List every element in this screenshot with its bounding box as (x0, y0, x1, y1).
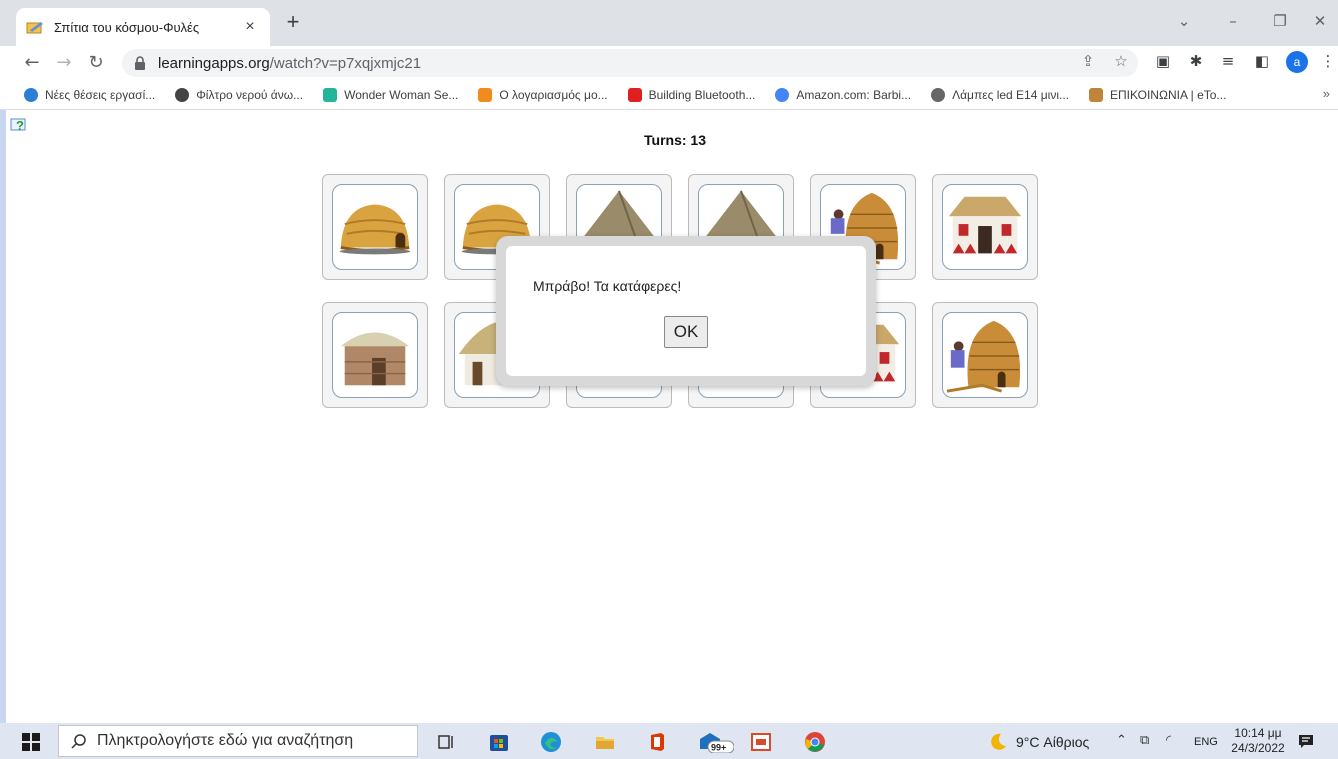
browser-tab[interactable]: Σπίτια του κόσμου-Φυλές × (16, 8, 270, 46)
wifi-icon[interactable]: ◜ (1166, 733, 1171, 748)
tab-search-chevron-icon[interactable]: ⌄ (1172, 12, 1196, 32)
mail-icon[interactable]: 99+ (698, 731, 734, 753)
extensions-icon[interactable]: ✱ (1186, 52, 1206, 72)
reading-list-icon[interactable]: ≡ (1218, 52, 1238, 72)
memory-card[interactable] (932, 302, 1038, 408)
youtube-icon (627, 87, 642, 102)
side-panel-icon[interactable]: ◧ (1252, 52, 1272, 72)
new-tab-button[interactable]: + (282, 11, 304, 33)
weather-text: 9°C Αίθριος (1016, 734, 1090, 750)
dome-hut-icon (339, 204, 411, 255)
tab-title: Σπίτια του κόσμου-Φυλές (54, 19, 200, 35)
search-icon (71, 734, 86, 749)
bookmark-item[interactable]: Νέες θέσεις εργασί... (24, 87, 155, 102)
bookmark-star-icon[interactable]: ☆ (1111, 52, 1131, 72)
bookmark-favicon-icon (175, 87, 190, 102)
edge-browser-icon[interactable] (540, 731, 562, 753)
bookmark-item[interactable]: ΕΠΙΚΟΙΝΩΝΙΑ | eTo... (1089, 87, 1226, 102)
browser-tab-strip: Σπίτια του κόσμου-Φυλές × + ⌄ – ❐ ✕ (0, 0, 1338, 46)
bookmark-item[interactable]: Amazon.com: Barbi... (775, 87, 911, 102)
painted-house-icon (948, 196, 1022, 254)
address-toolbar: ← → ↻ learningapps.org/watch?v=p7xqjxmjc… (0, 46, 1338, 80)
weather-widget[interactable]: 9°C Αίθριος (988, 732, 1089, 752)
url-bar[interactable]: learningapps.org/watch?v=p7xqjxmjc21 (122, 49, 1138, 77)
mail-badge: 99+ (711, 743, 726, 753)
reload-icon[interactable]: ↻ (84, 52, 108, 74)
profile-avatar[interactable]: a (1286, 51, 1308, 73)
svg-text:?: ? (16, 118, 24, 133)
round-hut-icon (340, 332, 410, 386)
calendar-app-icon[interactable] (750, 731, 772, 753)
bookmarks-bar: Νέες θέσεις εργασί... Φίλτρο νερού άνω..… (0, 80, 1338, 110)
windows-start-icon[interactable] (22, 733, 40, 751)
game-page: ? Turns: 13 Μπράβο! Τα κατάφερες! OK (0, 110, 1338, 723)
file-explorer-icon[interactable] (594, 731, 616, 753)
tray-overflow-icon[interactable]: ⌃ (1116, 733, 1127, 748)
bookmark-item[interactable]: Wonder Woman Se... (323, 87, 458, 102)
ok-button[interactable]: OK (664, 316, 708, 348)
clock-date: 24/3/2022 (1231, 741, 1285, 755)
windows-taskbar: Πληκτρολογήστε εδώ για αναζήτηση 99+ 9°C… (0, 723, 1338, 759)
clock[interactable]: 10:14 μμ 24/3/2022 (1228, 726, 1288, 756)
taskbar-search-input[interactable]: Πληκτρολογήστε εδώ για αναζήτηση (58, 725, 418, 757)
extension-puzzle-icon[interactable]: ▣ (1153, 52, 1173, 72)
network-icon[interactable]: ⧉ (1140, 733, 1149, 748)
google-icon (775, 87, 790, 102)
bookmark-item[interactable]: Φίλτρο νερού άνω... (175, 87, 303, 102)
dialog-body: Μπράβο! Τα κατάφερες! OK (506, 246, 866, 376)
task-view-icon[interactable] (436, 731, 458, 753)
minimize-button[interactable]: – (1221, 12, 1245, 32)
browser-menu-icon[interactable]: ⋮ (1318, 52, 1338, 72)
clock-time: 10:14 μμ (1234, 726, 1282, 740)
bookmark-favicon-icon (323, 87, 338, 102)
bookmark-item[interactable]: Building Bluetooth... (627, 87, 755, 102)
search-placeholder: Πληκτρολογήστε εδώ για αναζήτηση (97, 732, 354, 749)
memory-card[interactable] (322, 302, 428, 408)
language-indicator[interactable]: ENG (1194, 736, 1218, 748)
lock-icon (135, 56, 145, 70)
back-arrow-icon[interactable]: ← (20, 52, 44, 74)
url-text: learningapps.org/watch?v=p7xqjxmjc21 (158, 54, 422, 72)
bookmark-favicon-icon (1089, 87, 1103, 102)
bookmark-favicon-icon (478, 87, 493, 102)
memory-card[interactable] (932, 174, 1038, 280)
restore-button[interactable]: ❐ (1268, 12, 1292, 32)
notification-icon[interactable] (1298, 733, 1314, 749)
office-icon[interactable] (646, 731, 668, 753)
memory-card[interactable] (322, 174, 428, 280)
close-window-button[interactable]: ✕ (1308, 12, 1332, 32)
tab-close-button[interactable]: × (240, 18, 260, 36)
bookmark-item[interactable]: Λάμπες led E14 μινι... (931, 87, 1069, 102)
forward-arrow-icon[interactable]: → (52, 52, 76, 74)
dialog-message: Μπράβο! Τα κατάφερες! (533, 278, 682, 294)
share-icon[interactable]: ⇪ (1078, 52, 1098, 72)
moon-icon (991, 733, 1006, 750)
bookmark-favicon-icon (24, 87, 38, 102)
chrome-icon[interactable] (804, 731, 826, 753)
bookmarks-overflow-button[interactable]: » (1323, 86, 1330, 101)
bookmark-item[interactable]: Ο λογαριασμός μο... (478, 87, 608, 102)
turns-counter: Turns: 13 (644, 132, 706, 148)
store-icon[interactable] (488, 731, 510, 753)
beehive-hut-icon (946, 320, 1021, 393)
bookmark-favicon-icon (931, 87, 946, 102)
success-dialog: Μπράβο! Τα κατάφερες! OK (496, 236, 876, 386)
pencil-tablet-icon (26, 22, 43, 34)
